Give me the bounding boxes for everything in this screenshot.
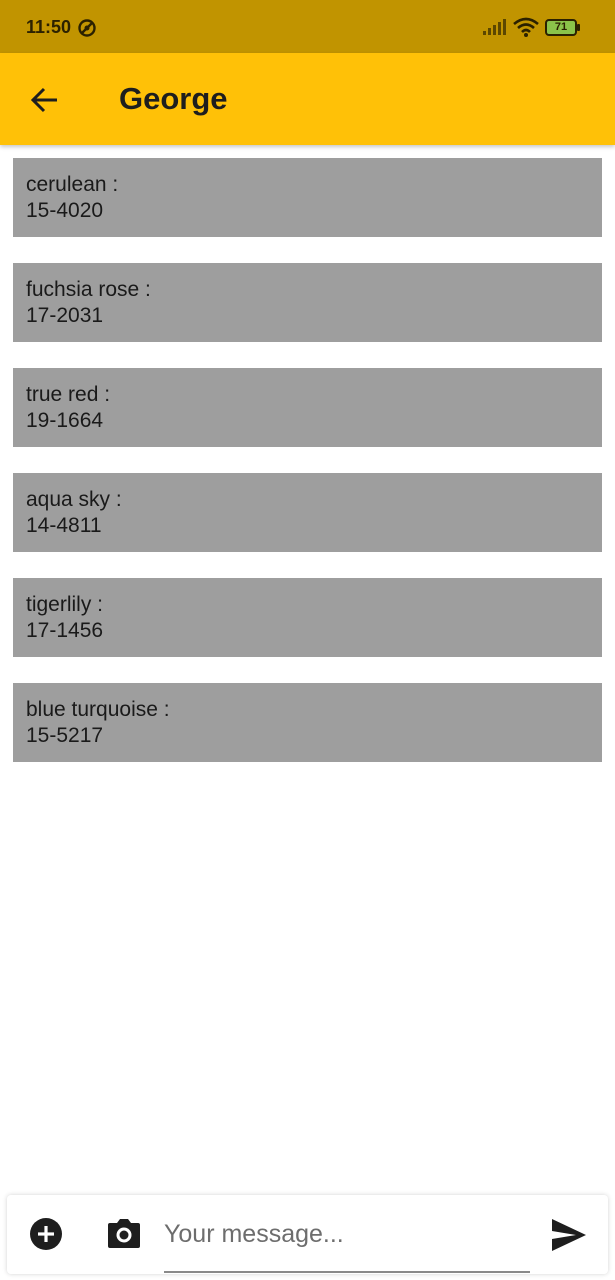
send-icon [552,1219,586,1251]
add-circle-icon [30,1218,62,1250]
item-code: 17-1456 [26,619,104,642]
item-name: tigerlily : [26,593,104,616]
list-item[interactable]: blue turquoise : 15-5217 [13,683,602,762]
item-name: true red : [26,383,111,406]
message-composer [7,1195,608,1274]
item-name: fuchsia rose : [26,278,151,301]
back-button[interactable] [22,77,68,123]
item-name: cerulean : [26,173,119,196]
item-code: 15-5217 [26,724,104,747]
send-button[interactable] [548,1215,588,1255]
status-bar: 11:50 71 [0,0,615,53]
battery-level: 71 [554,21,568,33]
list-item[interactable]: tigerlily : 17-1456 [13,578,602,657]
item-code: 17-2031 [26,304,104,327]
app-bar: George [0,53,615,145]
list-item[interactable]: cerulean : 15-4020 [13,158,602,237]
list-item[interactable]: true red : 19-1664 [13,368,602,447]
status-time: 11:50 [26,17,72,37]
camera-icon [108,1219,140,1248]
wifi-icon [512,16,540,43]
item-code: 15-4020 [26,199,104,222]
add-button[interactable] [27,1215,65,1253]
dnd-icon [77,18,97,43]
arrow-back-icon [30,87,57,113]
item-name: blue turquoise : [26,698,170,721]
color-list: cerulean : 15-4020 fuchsia rose : 17-203… [13,158,602,788]
signal-icon [482,18,506,41]
input-underline [164,1271,530,1273]
item-name: aqua sky : [26,488,122,511]
battery-icon: 71 [545,19,580,36]
item-code: 19-1664 [26,409,104,432]
camera-button[interactable] [105,1215,143,1253]
message-input[interactable] [164,1211,529,1257]
list-item[interactable]: fuchsia rose : 17-2031 [13,263,602,342]
item-code: 14-4811 [26,514,102,537]
page-title: George [119,81,228,116]
list-item[interactable]: aqua sky : 14-4811 [13,473,602,552]
